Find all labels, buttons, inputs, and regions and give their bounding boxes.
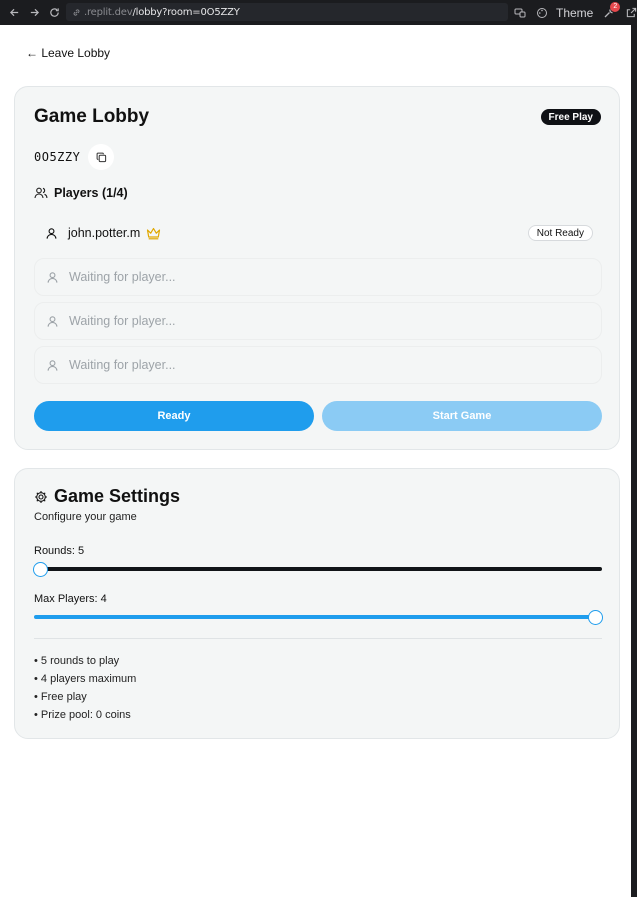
- start-game-button[interactable]: Start Game: [322, 401, 602, 431]
- settings-title: Game Settings: [54, 486, 181, 506]
- external-link-icon[interactable]: [623, 5, 637, 21]
- player-name: john.potter.m: [68, 226, 141, 240]
- rounds-label: Rounds: 5: [34, 545, 85, 557]
- empty-player-slot: Waiting for player...: [34, 258, 602, 296]
- link-icon: [72, 8, 81, 17]
- leave-lobby-link[interactable]: ← Leave Lobby: [26, 46, 110, 60]
- gear-icon: [34, 490, 48, 504]
- user-placeholder-icon: [45, 314, 59, 328]
- copy-icon: [96, 152, 107, 163]
- forward-arrow-icon[interactable]: [24, 3, 44, 23]
- wrench-icon[interactable]: 2: [601, 1, 621, 21]
- summary-item: • Prize pool: 0 coins: [34, 709, 131, 721]
- crown-icon: [146, 227, 161, 240]
- status-badge: Not Ready: [527, 225, 593, 241]
- empty-player-slot: Waiting for player...: [34, 346, 602, 384]
- rounds-slider-thumb[interactable]: [33, 562, 48, 577]
- theme-label[interactable]: Theme: [556, 6, 593, 20]
- player-row: john.potter.m Not Ready: [34, 214, 602, 252]
- url-path: /lobby?room=0O5ZZY: [132, 6, 240, 18]
- settings-summary: • 5 rounds to play • 4 players maximum •…: [34, 652, 136, 724]
- waiting-text: Waiting for player...: [69, 314, 176, 328]
- waiting-text: Waiting for player...: [69, 270, 176, 284]
- palette-icon[interactable]: [534, 5, 550, 21]
- max-players-slider-thumb[interactable]: [588, 610, 603, 625]
- empty-player-slot: Waiting for player...: [34, 302, 602, 340]
- players-count: Players (1/4): [54, 186, 128, 200]
- settings-heading: Game Settings: [34, 486, 180, 507]
- settings-card: Game Settings Configure your game Rounds…: [14, 468, 620, 739]
- summary-item: • 5 rounds to play: [34, 655, 120, 667]
- page-title: Game Lobby: [34, 106, 150, 127]
- back-arrow-icon[interactable]: [4, 3, 24, 23]
- players-heading: Players (1/4): [34, 186, 128, 200]
- notification-badge: 2: [610, 1, 621, 12]
- max-players-slider-track[interactable]: [34, 615, 602, 619]
- rounds-slider-track[interactable]: [34, 567, 602, 571]
- mode-badge: Free Play: [540, 109, 601, 125]
- waiting-text: Waiting for player...: [69, 358, 176, 372]
- settings-subtitle: Configure your game: [34, 511, 137, 523]
- scrollbar-gutter: [631, 25, 637, 897]
- divider: [34, 638, 602, 639]
- lobby-card: Game Lobby Free Play 0O5ZZY Players (1/4…: [14, 86, 620, 450]
- user-placeholder-icon: [45, 270, 59, 284]
- url-domain: .replit.dev: [84, 6, 133, 18]
- room-code-row: 0O5ZZY: [34, 144, 115, 170]
- devices-icon[interactable]: [512, 5, 528, 21]
- users-icon: [34, 186, 48, 200]
- user-icon: [44, 226, 58, 240]
- ready-button[interactable]: Ready: [34, 401, 314, 431]
- reload-icon[interactable]: [44, 3, 64, 23]
- room-code: 0O5ZZY: [34, 150, 81, 164]
- page: ← Leave Lobby Game Lobby Free Play 0O5ZZ…: [0, 25, 631, 897]
- summary-item: • 4 players maximum: [34, 673, 137, 685]
- browser-toolbar: .replit.dev /lobby?room=0O5ZZY Theme 2: [0, 0, 637, 25]
- summary-item: • Free play: [34, 691, 87, 703]
- user-placeholder-icon: [45, 358, 59, 372]
- address-bar[interactable]: .replit.dev /lobby?room=0O5ZZY: [66, 3, 508, 21]
- copy-code-button[interactable]: [88, 144, 115, 170]
- max-players-label: Max Players: 4: [34, 593, 107, 605]
